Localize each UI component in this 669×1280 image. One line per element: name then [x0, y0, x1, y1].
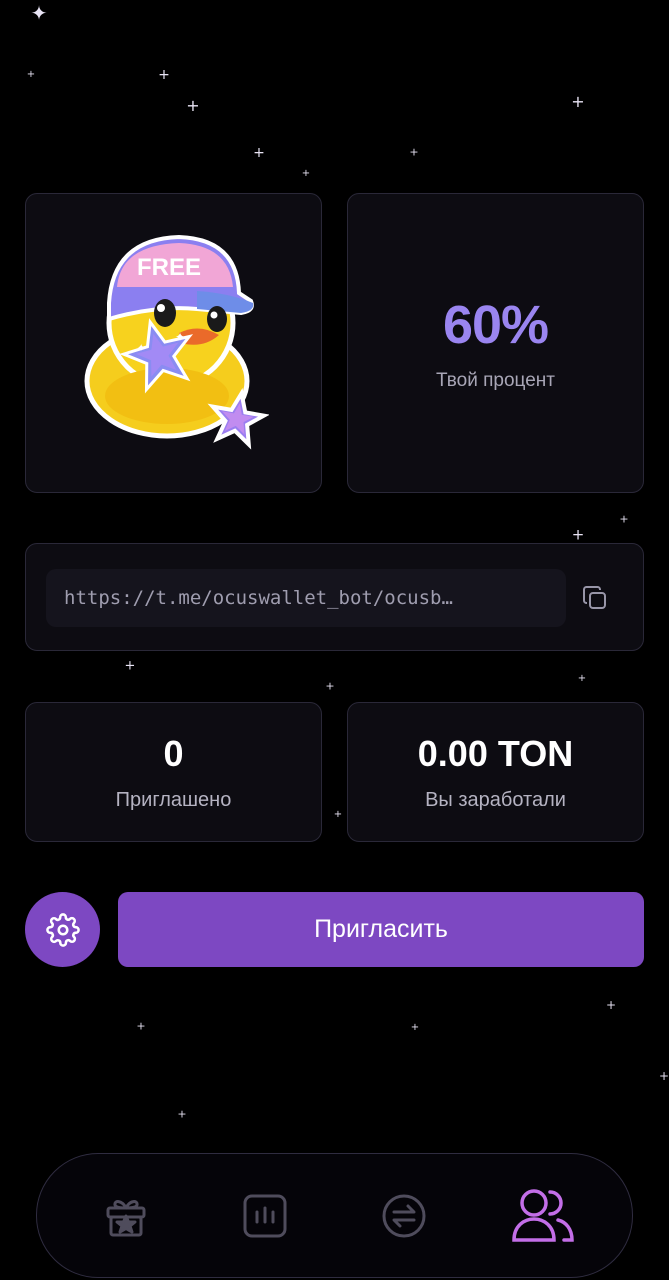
- bottom-navigation: [36, 1153, 633, 1278]
- invited-count-label: Приглашено: [115, 788, 232, 811]
- star-decoration: +: [409, 145, 419, 159]
- svg-text:✦: ✦: [137, 343, 145, 354]
- copy-icon: [583, 586, 606, 609]
- nav-item-gifts[interactable]: [81, 1171, 171, 1261]
- referral-link-field[interactable]: https://t.me/ocuswallet_bot/ocusb…: [46, 569, 566, 627]
- star-decoration: +: [571, 92, 585, 111]
- referral-percent-value: 60%: [442, 295, 549, 355]
- nav-item-referrals[interactable]: [498, 1171, 588, 1261]
- earned-amount-label: Вы заработали: [425, 788, 566, 811]
- duck-sticker-icon: FREE ✦ ✦: [84, 234, 269, 450]
- star-decoration: +: [658, 1069, 669, 1083]
- star-decoration: +: [619, 512, 629, 526]
- referral-percent-label: Твой процент: [436, 370, 555, 391]
- star-decoration: +: [124, 658, 136, 674]
- svg-text:✦: ✦: [175, 330, 185, 344]
- invited-count-card: 0 Приглашено: [25, 702, 322, 842]
- star-decoration: +: [177, 1107, 187, 1121]
- star-decoration: +: [301, 168, 311, 179]
- referral-link-card: https://t.me/ocuswallet_bot/ocusb…: [25, 543, 644, 651]
- nav-item-swap[interactable]: [359, 1171, 449, 1261]
- gear-icon: [45, 912, 80, 947]
- nav-item-chart[interactable]: [220, 1171, 310, 1261]
- swap-icon: [382, 1194, 426, 1237]
- star-decoration: +: [253, 145, 265, 161]
- copy-link-button[interactable]: [578, 581, 612, 615]
- star-decoration: +: [410, 1022, 420, 1033]
- star-decoration: +: [333, 809, 343, 820]
- earned-amount-card: 0.00 TON Вы заработали: [347, 702, 644, 842]
- referral-percent-card: 60% Твой процент: [347, 193, 644, 493]
- earned-amount-value: 0.00 TON: [417, 732, 574, 774]
- settings-button[interactable]: [25, 892, 100, 967]
- users-icon: [511, 1188, 574, 1242]
- chart-icon: [243, 1194, 287, 1237]
- invited-count-value: 0: [163, 732, 184, 774]
- gift-star-icon: [106, 1199, 146, 1236]
- star-decoration: +: [605, 998, 617, 1012]
- star-decoration: +: [158, 67, 170, 83]
- referral-link-text: https://t.me/ocuswallet_bot/ocusb…: [64, 587, 453, 609]
- star-decoration: +: [577, 673, 587, 684]
- sticker-cap-text: FREE: [137, 254, 201, 281]
- star-decoration: +: [26, 69, 36, 80]
- star-decoration: +: [186, 96, 200, 115]
- star-decoration: +: [136, 1019, 146, 1033]
- invite-button[interactable]: Пригласить: [118, 892, 644, 967]
- star-decoration: +: [571, 525, 585, 544]
- sticker-card: FREE ✦ ✦: [25, 193, 322, 493]
- star-decoration: +: [325, 679, 335, 693]
- star-decoration: ✦: [30, 1, 48, 25]
